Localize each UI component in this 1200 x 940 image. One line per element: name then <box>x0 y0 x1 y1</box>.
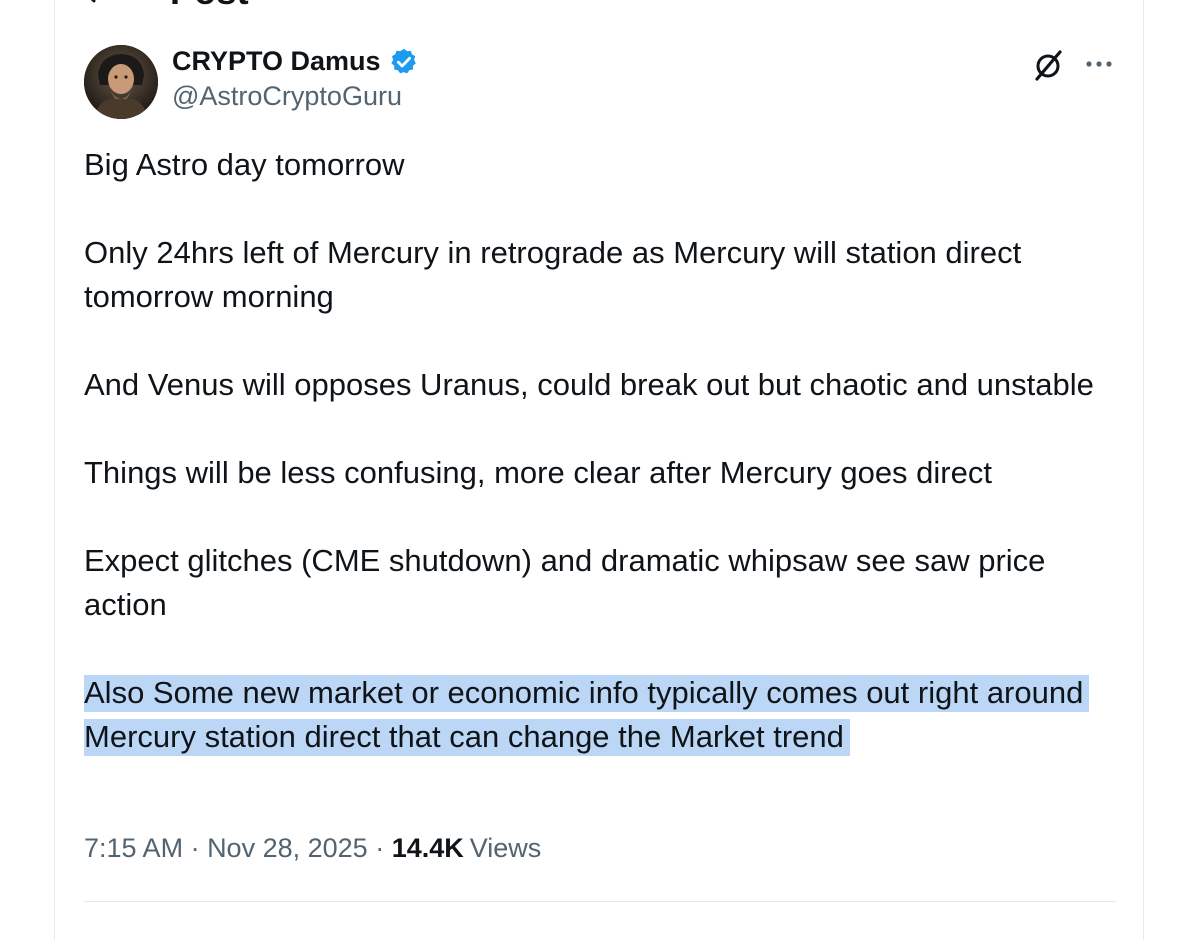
post-paragraph: Big Astro day tomorrow <box>84 147 405 182</box>
avatar[interactable] <box>84 45 158 119</box>
post-paragraph-highlighted: Also Some new market or economic info ty… <box>84 671 1094 759</box>
back-arrow-icon[interactable] <box>80 0 110 7</box>
post-paragraph: Expect glitches (CME shutdown) and drama… <box>84 543 1046 622</box>
selected-text: Also Some new market or economic info ty… <box>84 675 1090 756</box>
top-bar: Post <box>80 0 249 12</box>
post-meta: 7:15 AM · Nov 28, 2025 · 14.4K Views <box>84 833 541 864</box>
post-time[interactable]: 7:15 AM <box>84 833 183 864</box>
meta-separator: · <box>367 833 392 863</box>
author-block: CRYPTO Damus @AstroCryptoGuru <box>172 46 419 112</box>
page-title: Post <box>170 0 249 13</box>
author-handle[interactable]: @AstroCryptoGuru <box>172 81 419 112</box>
post-paragraph: Only 24hrs left of Mercury in retrograde… <box>84 235 1022 314</box>
post-paragraph: Things will be less confusing, more clea… <box>84 455 992 490</box>
more-icon[interactable] <box>1082 52 1116 76</box>
meta-separator: · <box>183 833 208 863</box>
grok-icon[interactable] <box>1032 48 1064 82</box>
divider <box>84 901 1116 902</box>
verified-badge-icon[interactable] <box>389 47 419 77</box>
views-count[interactable]: 14.4K <box>392 833 464 864</box>
post-text: Big Astro day tomorrow Only 24hrs left o… <box>84 143 1094 759</box>
post-date[interactable]: Nov 28, 2025 <box>207 833 368 864</box>
author-display-name[interactable]: CRYPTO Damus <box>172 46 381 77</box>
post-paragraph: And Venus will opposes Uranus, could bre… <box>84 367 1094 402</box>
views-label[interactable]: Views <box>470 833 542 864</box>
